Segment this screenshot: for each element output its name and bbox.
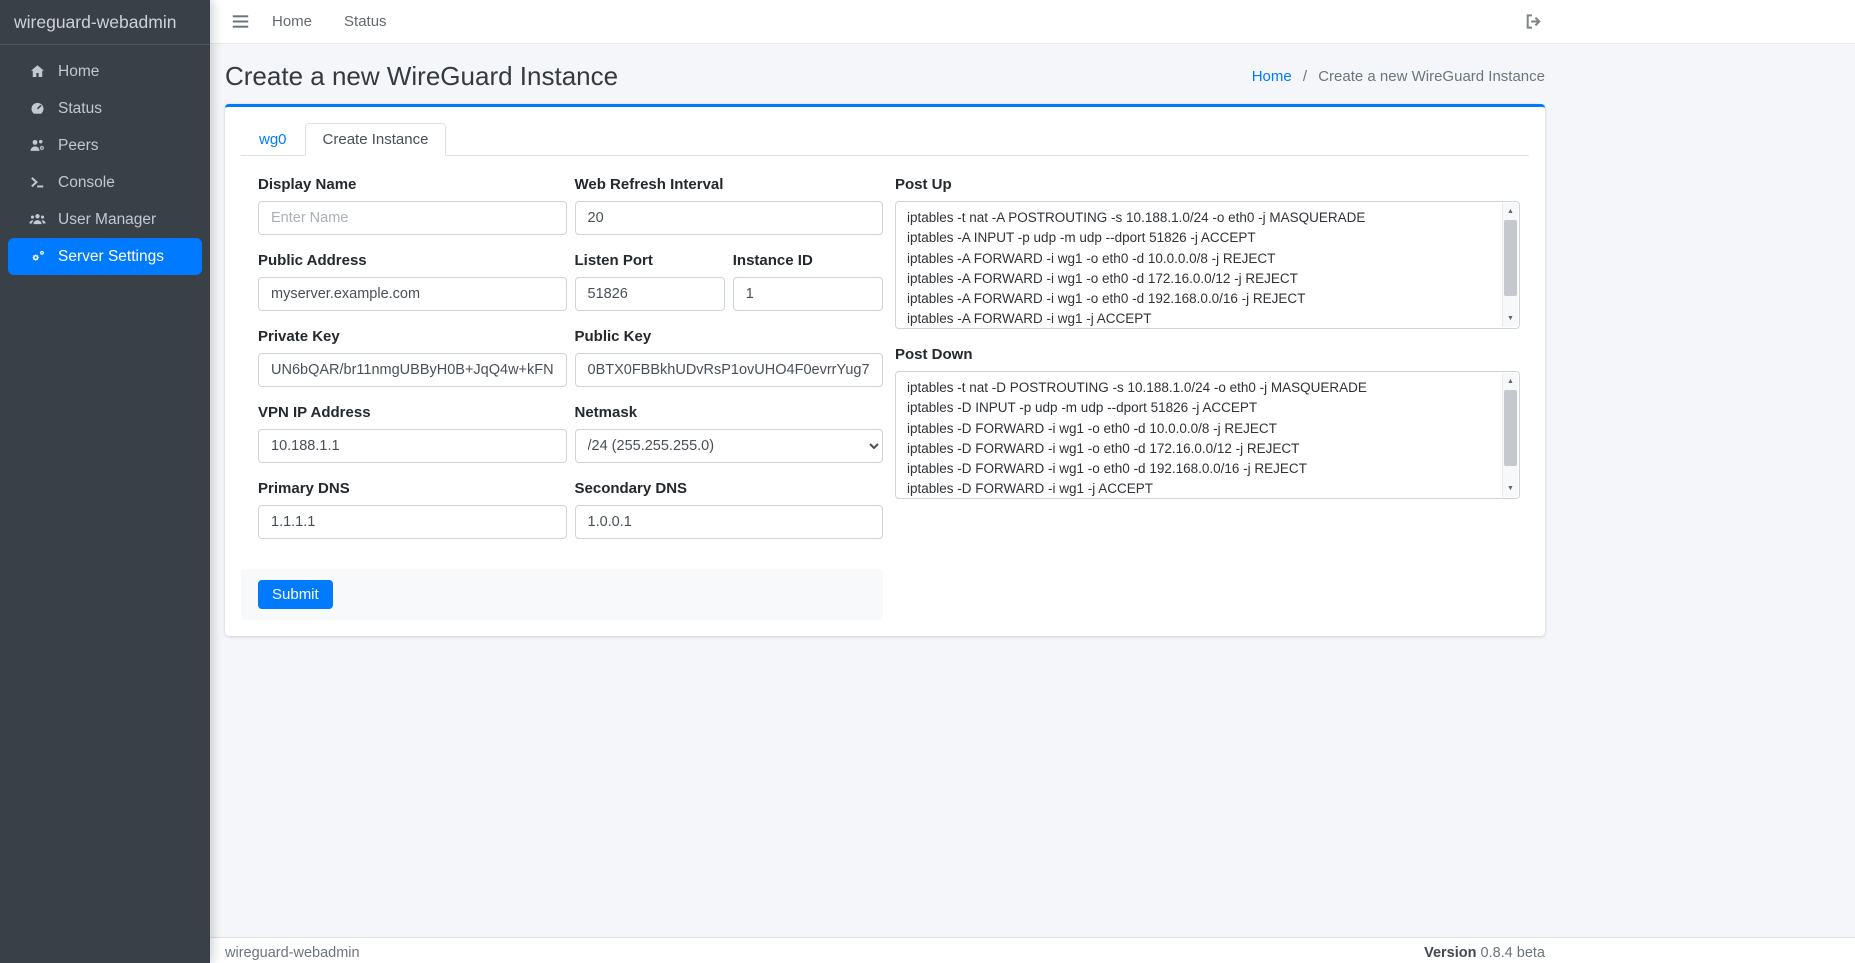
sidebar: wireguard-webadmin Home Status xyxy=(0,0,210,963)
post-up-text: iptables -t nat -A POSTROUTING -s 10.188… xyxy=(896,202,1519,328)
secondary-dns-label: Secondary DNS xyxy=(575,480,884,497)
hamburger-icon[interactable] xyxy=(225,9,256,34)
sidebar-item-label: Home xyxy=(58,63,99,81)
sidebar-item-status[interactable]: Status xyxy=(8,90,202,127)
post-up-textarea[interactable]: iptables -t nat -A POSTROUTING -s 10.188… xyxy=(895,201,1520,329)
private-key-label: Private Key xyxy=(258,328,567,345)
instance-id-label: Instance ID xyxy=(733,252,883,269)
sign-out-icon[interactable] xyxy=(1522,9,1545,34)
brand-title[interactable]: wireguard-webadmin xyxy=(0,0,210,45)
content: Create a new WireGuard Instance Home / C… xyxy=(210,44,1855,937)
breadcrumb-current: Create a new WireGuard Instance xyxy=(1318,68,1545,85)
primary-dns-field[interactable] xyxy=(258,505,567,539)
users-icon xyxy=(25,211,49,228)
private-key-field[interactable] xyxy=(258,353,567,387)
gears-icon xyxy=(25,248,49,265)
form-right-block: Post Up iptables -t nat -A POSTROUTING -… xyxy=(895,176,1520,620)
create-instance-form: Display Name Web Refresh Interval Public… xyxy=(241,156,1529,620)
listen-port-field[interactable] xyxy=(575,277,725,311)
scroll-thumb[interactable] xyxy=(1504,390,1517,466)
gauge-icon xyxy=(25,100,49,117)
web-refresh-interval-field[interactable] xyxy=(575,201,884,235)
submit-button[interactable]: Submit xyxy=(258,580,333,609)
vpn-ip-label: VPN IP Address xyxy=(258,404,567,421)
page-title: Create a new WireGuard Instance xyxy=(225,57,618,95)
vpn-ip-field[interactable] xyxy=(258,429,567,463)
web-refresh-interval-label: Web Refresh Interval xyxy=(575,176,884,193)
top-navbar: Home Status xyxy=(210,0,1855,44)
sidebar-item-label: Status xyxy=(58,100,102,118)
scroll-down-arrow-icon[interactable]: ▼ xyxy=(1503,481,1518,496)
sidebar-item-label: Console xyxy=(58,174,115,192)
sidebar-item-user-manager[interactable]: User Manager xyxy=(8,201,202,238)
public-address-label: Public Address xyxy=(258,252,567,269)
footer-version: Version 0.8.4 beta xyxy=(1424,945,1545,961)
display-name-label: Display Name xyxy=(258,176,567,193)
sidebar-menu: Home Status Peers xyxy=(0,45,210,275)
sidebar-item-peers[interactable]: Peers xyxy=(8,127,202,164)
tab-create-instance[interactable]: Create Instance xyxy=(305,123,447,156)
instance-id-field[interactable] xyxy=(733,277,883,311)
secondary-dns-field[interactable] xyxy=(575,505,884,539)
instance-tabs: wg0 Create Instance xyxy=(241,123,1529,156)
primary-dns-label: Primary DNS xyxy=(258,480,567,497)
form-left-block: Display Name Web Refresh Interval Public… xyxy=(258,176,883,620)
users-gear-icon xyxy=(25,137,49,154)
netmask-label: Netmask xyxy=(575,404,884,421)
sidebar-item-home[interactable]: Home xyxy=(8,53,202,90)
breadcrumb-home-link[interactable]: Home xyxy=(1252,68,1292,85)
topbar-link-home[interactable]: Home xyxy=(256,13,328,30)
post-up-scrollbar[interactable]: ▲ ▼ xyxy=(1502,203,1518,327)
post-down-label: Post Down xyxy=(895,346,1520,363)
footer-version-value: 0.8.4 beta xyxy=(1481,945,1546,961)
tab-wg0[interactable]: wg0 xyxy=(241,123,305,156)
submit-strip: Submit xyxy=(241,569,883,620)
scroll-down-arrow-icon[interactable]: ▼ xyxy=(1503,311,1518,326)
public-address-field[interactable] xyxy=(258,277,567,311)
breadcrumb-separator: / xyxy=(1303,68,1307,85)
terminal-icon xyxy=(25,174,49,191)
content-header: Create a new WireGuard Instance Home / C… xyxy=(225,44,1545,104)
sidebar-item-server-settings[interactable]: Server Settings xyxy=(8,238,202,275)
sidebar-item-label: Server Settings xyxy=(58,248,164,266)
topbar-link-status[interactable]: Status xyxy=(328,13,403,30)
post-down-scrollbar[interactable]: ▲ ▼ xyxy=(1502,373,1518,497)
public-key-label: Public Key xyxy=(575,328,884,345)
scroll-up-arrow-icon[interactable]: ▲ xyxy=(1503,204,1518,219)
main-area: Home Status Create a new WireGuard Insta… xyxy=(210,0,1855,963)
instance-card: wg0 Create Instance Display Name Web Ref xyxy=(225,104,1545,636)
breadcrumb: Home / Create a new WireGuard Instance xyxy=(1252,68,1545,85)
sidebar-item-label: Peers xyxy=(58,137,99,155)
footer: wireguard-webadmin Version 0.8.4 beta xyxy=(210,937,1855,963)
netmask-select[interactable]: /24 (255.255.255.0) xyxy=(575,429,884,463)
scroll-thumb[interactable] xyxy=(1504,220,1517,296)
public-key-field[interactable] xyxy=(575,353,884,387)
listen-port-label: Listen Port xyxy=(575,252,725,269)
post-down-text: iptables -t nat -D POSTROUTING -s 10.188… xyxy=(896,372,1519,498)
post-up-label: Post Up xyxy=(895,176,1520,193)
footer-app-name: wireguard-webadmin xyxy=(225,945,360,961)
sidebar-item-label: User Manager xyxy=(58,211,156,229)
display-name-field[interactable] xyxy=(258,201,567,235)
sidebar-item-console[interactable]: Console xyxy=(8,164,202,201)
scroll-up-arrow-icon[interactable]: ▲ xyxy=(1503,374,1518,389)
footer-version-label: Version xyxy=(1424,945,1476,961)
home-icon xyxy=(25,63,49,80)
post-down-textarea[interactable]: iptables -t nat -D POSTROUTING -s 10.188… xyxy=(895,371,1520,499)
